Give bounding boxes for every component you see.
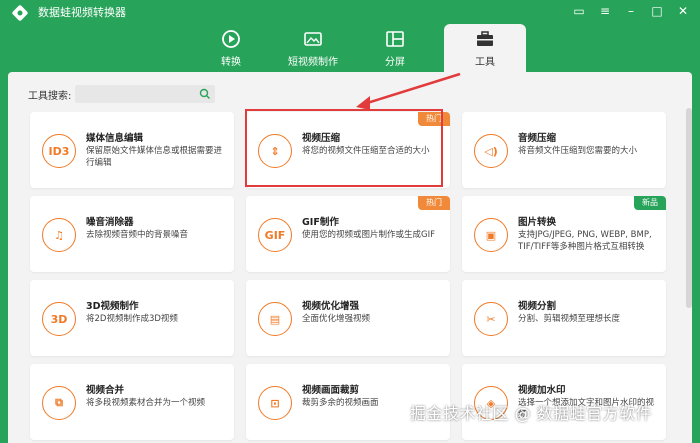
menu-icon[interactable]: ≡: [598, 4, 612, 18]
card-desc: 保留原始文件媒体信息或根据需要进行编辑: [86, 146, 223, 168]
image-convert-icon: ▣: [474, 218, 508, 252]
toolbox-icon: [477, 30, 493, 46]
tool-card-video-enhance[interactable]: ▤ 视频优化增强 全面优化增强视频: [246, 280, 450, 356]
tab-label: 分屏: [385, 56, 405, 68]
crop-icon: ⊡: [258, 386, 292, 420]
card-title: 噪音消除器: [86, 217, 134, 228]
card-desc: 使用您的视频或图片制作或生成GIF: [302, 230, 435, 240]
tool-card-audio-compress[interactable]: ◁) 音频压缩 将音频文件压缩到您需要的大小: [462, 112, 666, 188]
card-desc: 将多段视频素材合并为一个视频: [86, 398, 206, 408]
card-title: 图片转换: [518, 217, 557, 228]
minimize-icon[interactable]: –: [624, 4, 638, 18]
card-title: 视频优化增强: [302, 301, 360, 312]
3d-icon: 3D: [42, 302, 76, 336]
tool-card-gif-maker[interactable]: 热门 GIF GIF制作 使用您的视频或图片制作或生成GIF: [246, 196, 450, 272]
card-title: 媒体信息编辑: [86, 133, 144, 144]
tab-label: 工具: [475, 56, 495, 68]
split-screen-icon: [386, 30, 404, 47]
new-badge: 新品: [634, 196, 666, 210]
app-title: 数据蛙视频转换器: [38, 6, 126, 19]
card-desc: 去除视频音频中的背景噪音: [86, 230, 189, 240]
main-tabs: 转换 短视频制作 分屏 工具: [190, 24, 526, 72]
tool-card-image-convert[interactable]: 新品 ▣ 图片转换 支持JPG/JPEG, PNG, WEBP, BMP, TI…: [462, 196, 666, 272]
card-desc: 将您的视频文件压缩至合适的大小: [302, 146, 430, 156]
tab-short-video[interactable]: 短视频制作: [272, 24, 354, 72]
search-icon[interactable]: [199, 88, 211, 100]
tool-card-3d-video[interactable]: 3D 3D视频制作 将2D视频制作成3D视频: [30, 280, 234, 356]
scissors-icon: ✂: [474, 302, 508, 336]
card-title: 视频画面裁剪: [302, 385, 360, 396]
tab-split-screen[interactable]: 分屏: [354, 24, 436, 72]
tool-card-video-compress[interactable]: 热门 ⇕ 视频压缩 将您的视频文件压缩至合适的大小: [246, 112, 450, 188]
compress-icon: ⇕: [258, 134, 292, 168]
title-bar: 数据蛙视频转换器 ▭ ≡ – □ ✕ 转换 短视频制作 分屏 工具: [0, 0, 700, 72]
tools-panel: 工具搜索: ID3 媒体信息编辑 保留原始文件媒体信息或根据需要进行编辑 热门 …: [8, 72, 692, 443]
feedback-icon[interactable]: ▭: [572, 4, 586, 18]
card-title: 3D视频制作: [86, 301, 139, 312]
card-title: 视频压缩: [302, 133, 341, 144]
app-logo-icon: [12, 5, 28, 21]
card-desc: 全面优化增强视频: [302, 314, 371, 324]
tab-label: 短视频制作: [288, 56, 338, 68]
enhance-icon: ▤: [258, 302, 292, 336]
annotation-arrow-icon: [356, 72, 461, 110]
id3-icon: ID3: [42, 134, 76, 168]
tab-tools[interactable]: 工具: [444, 24, 526, 72]
headphones-icon: ♫: [42, 218, 76, 252]
card-desc: 支持JPG/JPEG, PNG, WEBP, BMP, TIF/TIFF等多种图…: [518, 230, 652, 252]
card-desc: 分割、剪辑视频至理想长度: [518, 314, 621, 324]
card-title: 音频压缩: [518, 133, 557, 144]
card-title: 视频加水印: [518, 385, 566, 396]
short-video-icon: [304, 31, 322, 46]
search-label: 工具搜索:: [28, 90, 72, 102]
window-controls: ▭ ≡ – □ ✕: [572, 4, 690, 18]
close-icon[interactable]: ✕: [676, 4, 690, 18]
tool-card-media-info[interactable]: ID3 媒体信息编辑 保留原始文件媒体信息或根据需要进行编辑: [30, 112, 234, 188]
gif-icon: GIF: [258, 218, 292, 252]
hot-badge: 热门: [418, 196, 450, 210]
card-title: 视频分割: [518, 301, 557, 312]
tool-card-noise-remover[interactable]: ♫ 噪音消除器 去除视频音频中的背景噪音: [30, 196, 234, 272]
tool-card-video-split[interactable]: ✂ 视频分割 分割、剪辑视频至理想长度: [462, 280, 666, 356]
scrollbar[interactable]: [686, 108, 692, 308]
audio-compress-icon: ◁): [474, 134, 508, 168]
watermark-text: 掘金技术社区 @ 数据蛙官方软件: [410, 404, 653, 423]
card-title: 视频合并: [86, 385, 125, 396]
maximize-icon[interactable]: □: [650, 4, 664, 18]
card-desc: 将2D视频制作成3D视频: [86, 314, 178, 324]
tool-card-video-merge[interactable]: ⧉ 视频合并 将多段视频素材合并为一个视频: [30, 364, 234, 440]
tool-search: 工具搜索:: [28, 85, 216, 103]
convert-icon: [222, 29, 240, 48]
tab-label: 转换: [221, 56, 241, 68]
search-input[interactable]: [75, 85, 216, 103]
card-desc: 将音频文件压缩到您需要的大小: [518, 146, 638, 156]
merge-icon: ⧉: [42, 386, 76, 420]
tab-convert[interactable]: 转换: [190, 24, 272, 72]
card-title: GIF制作: [302, 217, 339, 228]
